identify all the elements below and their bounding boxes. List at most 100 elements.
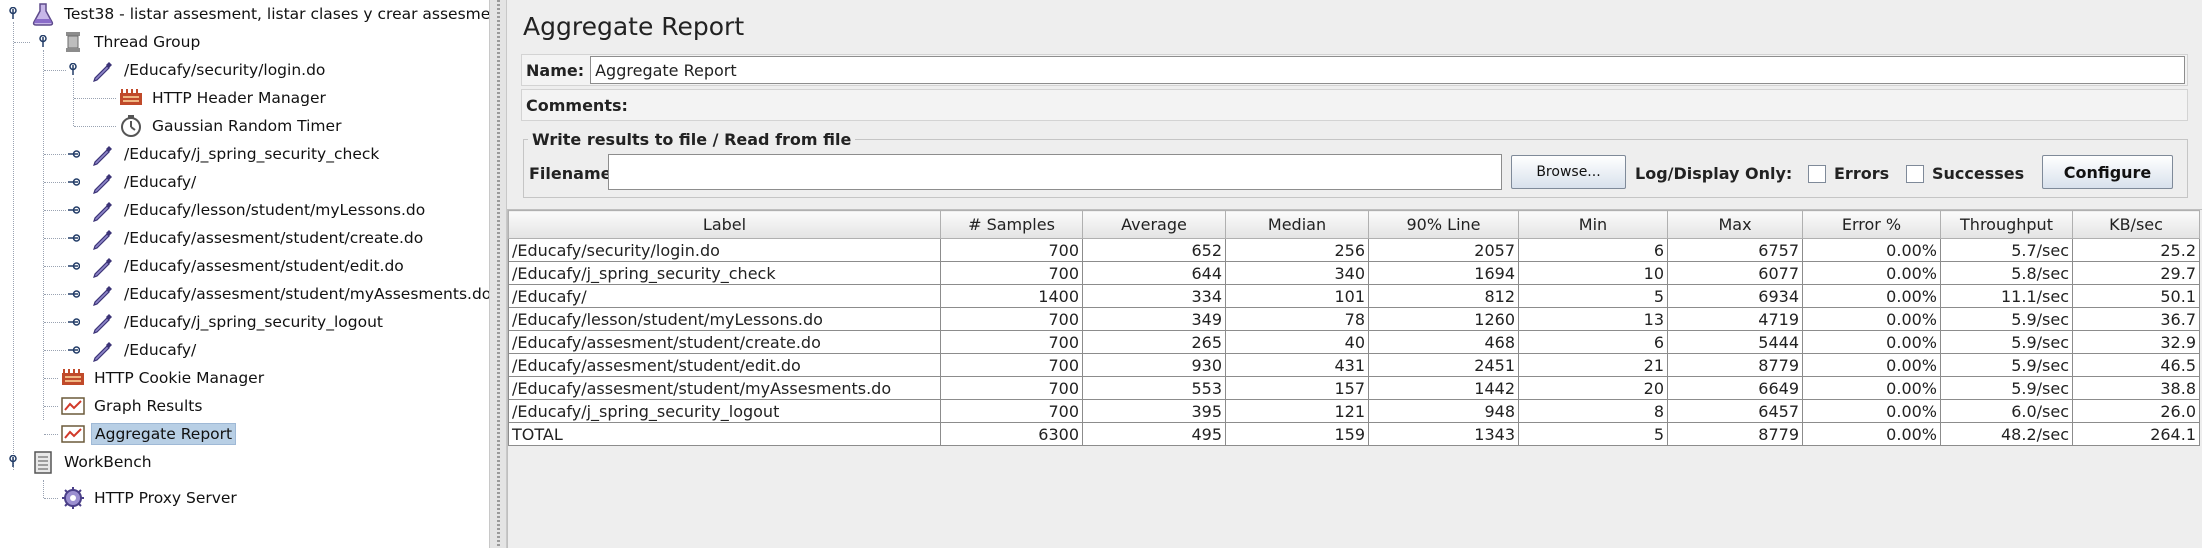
table-cell: 495	[1082, 422, 1226, 446]
table-row[interactable]: TOTAL 6300 495 159 1343 5 8779 0.00% 48.2/sec 264…	[508, 422, 2200, 446]
table-cell: 700	[940, 376, 1083, 400]
column-header-kb-sec[interactable]: KB/sec	[2072, 210, 2200, 239]
comments-field[interactable]	[634, 91, 2185, 119]
column-header-samples[interactable]: # Samples	[940, 210, 1083, 239]
tree-node-test-plan[interactable]: Test38 - listar assesment, listar clases…	[30, 0, 489, 28]
table-cell: /Educafy/assesment/student/create.do	[508, 330, 941, 354]
collapse-toggle[interactable]	[66, 175, 80, 189]
table-cell: 0.00%	[1802, 238, 1941, 262]
table-row[interactable]: /Educafy/security/login.do 700 652 256 2057 6…	[508, 238, 2200, 262]
tree-node-sampler-edit[interactable]: /Educafy/assesment/student/edit.do	[90, 252, 407, 280]
pipette-icon	[90, 57, 116, 83]
table-cell: 700	[940, 399, 1083, 423]
tree-node-random-timer[interactable]: Gaussian Random Timer	[118, 112, 344, 140]
split-pane-divider[interactable]	[489, 0, 507, 548]
table-cell: 6	[1518, 330, 1668, 354]
collapse-toggle[interactable]	[66, 147, 80, 161]
errors-checkbox[interactable]	[1808, 165, 1826, 183]
column-header-median[interactable]: Median	[1225, 210, 1369, 239]
expand-toggle[interactable]	[6, 455, 20, 469]
expand-toggle[interactable]	[6, 7, 20, 21]
table-cell: 6077	[1667, 261, 1803, 285]
page-title: Aggregate Report	[523, 12, 745, 41]
table-cell: 21	[1518, 353, 1668, 377]
collapse-toggle[interactable]	[66, 343, 80, 357]
tree-node-workbench[interactable]: WorkBench	[30, 448, 155, 476]
tree-line	[44, 70, 66, 71]
expand-toggle[interactable]	[66, 63, 80, 77]
config-icon	[118, 85, 144, 111]
tree-node-sampler-root-2[interactable]: /Educafy/	[90, 336, 199, 364]
column-header-label[interactable]: Label	[508, 210, 941, 239]
table-row[interactable]: /Educafy/lesson/student/myLessons.do 700 3…	[508, 307, 2200, 331]
collapse-toggle[interactable]	[66, 203, 80, 217]
configure-button[interactable]: Configure	[2042, 155, 2173, 189]
collapse-toggle[interactable]	[66, 287, 80, 301]
name-field[interactable]: Aggregate Report	[590, 56, 2185, 84]
tree-node-sampler-logout[interactable]: /Educafy/j_spring_security_logout	[90, 308, 386, 336]
browse-button[interactable]: Browse...	[1511, 155, 1626, 189]
table-cell: 5.9/sec	[1940, 330, 2073, 354]
tree-node-graph-results[interactable]: Graph Results	[60, 392, 205, 420]
tree-node-sampler-login[interactable]: /Educafy/security/login.do	[90, 56, 328, 84]
collapse-toggle[interactable]	[66, 315, 80, 329]
column-header-throughput[interactable]: Throughput	[1940, 210, 2073, 239]
filename-field[interactable]	[608, 154, 1502, 190]
tree-node-aggregate-report[interactable]: Aggregate Report	[60, 420, 237, 448]
gear-icon	[60, 485, 86, 511]
tree-node-sampler-spring-check[interactable]: /Educafy/j_spring_security_check	[90, 140, 382, 168]
table-cell: 32.9	[2072, 330, 2200, 354]
test-plan-tree[interactable]: Test38 - listar assesment, listar clases…	[0, 0, 489, 548]
collapsed-toggle-icon	[68, 150, 80, 158]
tree-line	[44, 154, 66, 155]
table-row[interactable]: /Educafy/j_spring_security_logout 700 395 1…	[508, 399, 2200, 423]
collapsed-toggle-icon	[68, 206, 80, 214]
column-header-error[interactable]: Error %	[1802, 210, 1941, 239]
table-cell: 5.8/sec	[1940, 261, 2073, 285]
expand-toggle[interactable]	[36, 35, 50, 49]
collapsed-toggle-icon	[68, 178, 80, 186]
tree-line	[44, 238, 66, 239]
tree-node-sampler-root[interactable]: /Educafy/	[90, 168, 199, 196]
column-header-90-line[interactable]: 90% Line	[1368, 210, 1519, 239]
table-cell: 46.5	[2072, 353, 2200, 377]
tree-line	[43, 480, 44, 498]
expanded-toggle-icon	[39, 35, 47, 47]
expanded-toggle-icon	[9, 7, 17, 19]
tree-node-header-manager[interactable]: HTTP Header Manager	[118, 84, 329, 112]
column-header-min[interactable]: Min	[1518, 210, 1668, 239]
table-cell: 159	[1225, 422, 1369, 446]
filename-label: Filename	[529, 164, 612, 183]
tree-line	[44, 406, 58, 407]
results-file-legend: Write results to file / Read from file	[532, 130, 852, 149]
table-row[interactable]: /Educafy/assesment/student/edit.do 700 930…	[508, 353, 2200, 377]
column-header-max[interactable]: Max	[1667, 210, 1803, 239]
table-row[interactable]: /Educafy/assesment/student/create.do 700 2…	[508, 330, 2200, 354]
tree-line	[74, 126, 116, 127]
tree-node-cookie-manager[interactable]: HTTP Cookie Manager	[60, 364, 267, 392]
tree-node-label: /Educafy/j_spring_security_logout	[124, 313, 383, 331]
pipette-icon	[90, 309, 116, 335]
tree-node-sampler-create[interactable]: /Educafy/assesment/student/create.do	[90, 224, 426, 252]
tree-node-sampler-myassesments[interactable]: /Educafy/assesment/student/myAssesments.…	[90, 280, 489, 308]
tree-node-thread-group[interactable]: Thread Group	[60, 28, 203, 56]
pipette-icon	[90, 141, 116, 167]
column-header-average[interactable]: Average	[1082, 210, 1226, 239]
table-row[interactable]: /Educafy/j_spring_security_check 700 644 34…	[508, 261, 2200, 285]
tree-node-proxy-server[interactable]: HTTP Proxy Server	[60, 484, 240, 512]
tree-node-sampler-mylessons[interactable]: /Educafy/lesson/student/myLessons.do	[90, 196, 428, 224]
table-cell: /Educafy/	[508, 284, 941, 308]
table-row[interactable]: /Educafy/assesment/student/myAssesments.…	[508, 376, 2200, 400]
table-cell: 101	[1225, 284, 1369, 308]
tree-node-label: /Educafy/	[124, 341, 197, 359]
successes-checkbox[interactable]	[1906, 165, 1924, 183]
tree-node-label: /Educafy/j_spring_security_check	[124, 145, 380, 163]
tree-node-label: Graph Results	[94, 397, 203, 415]
pipette-icon	[90, 197, 116, 223]
tree-line	[44, 378, 58, 379]
collapse-toggle[interactable]	[66, 231, 80, 245]
collapse-toggle[interactable]	[66, 259, 80, 273]
results-table-scroll[interactable]: Label # Samples Average Median 90% Line …	[507, 209, 2202, 548]
table-cell: 334	[1082, 284, 1226, 308]
table-row[interactable]: /Educafy/1400 334 101 812 5 6934 0.00% 11.1/sec…	[508, 284, 2200, 308]
